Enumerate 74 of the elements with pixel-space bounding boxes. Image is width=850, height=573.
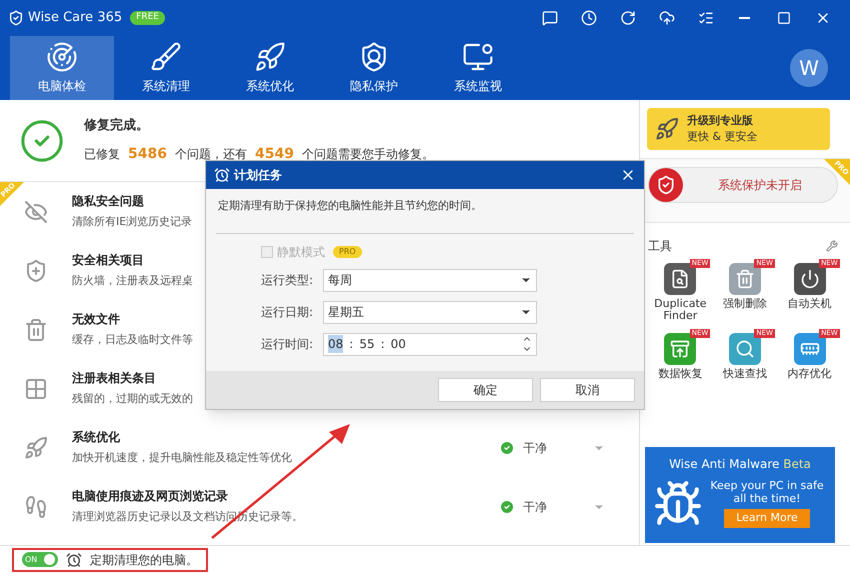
item-description: 残留的，过期的或无效的 <box>72 391 193 408</box>
issue-count: 5486 <box>128 144 167 164</box>
rocket-icon <box>24 436 48 460</box>
dialog-description: 定期清理有助于保持您的电脑性能并且节约您的时间。 <box>218 198 483 214</box>
status-text: 干净 <box>523 440 547 456</box>
edition-badge: FREE <box>130 11 165 25</box>
ad-text: Keep your PC in safe all the time! <box>709 479 825 505</box>
footprints-icon <box>24 494 48 518</box>
item-title: 无效文件 <box>72 311 120 328</box>
item-title: 安全相关项目 <box>72 252 144 270</box>
field-label: 运行类型: <box>260 272 314 289</box>
power-icon <box>794 263 826 295</box>
alarm-clock-icon <box>214 167 230 183</box>
issue-count: 4549 <box>254 144 294 164</box>
alarm-clock-icon <box>66 552 82 568</box>
item-title: 系统优化 <box>72 429 120 446</box>
success-check-icon <box>19 118 65 164</box>
nav-tab[interactable]: 隐私保护 <box>322 36 426 100</box>
dropdown-field[interactable]: 每周 <box>323 268 537 292</box>
restore-icon <box>664 333 696 365</box>
status-text: 干净 <box>523 498 547 516</box>
pro-badge: PRO <box>333 246 362 258</box>
item-description: 缓存，日志及临时文件等 <box>72 332 193 348</box>
dialog-button[interactable]: 取消 <box>540 378 635 402</box>
upgrade-subtitle: 更快 & 更安全 <box>687 129 758 145</box>
trash-icon <box>24 318 48 342</box>
blocks-icon <box>24 376 48 400</box>
result-title: 修复完成。 <box>84 116 150 136</box>
user-avatar[interactable]: W <box>790 49 828 87</box>
minimize-icon <box>739 17 750 19</box>
eye-slash-icon <box>24 200 48 224</box>
maximize-icon <box>776 11 790 25</box>
item-title: 电脑使用痕迹及网页浏览记录 <box>72 488 228 506</box>
nav-tab[interactable]: 系统优化 <box>218 36 322 100</box>
shield-plus-icon <box>24 258 48 282</box>
dialog-button[interactable]: 确定 <box>438 378 533 402</box>
shield-check-icon <box>649 168 683 202</box>
radar-icon <box>46 41 78 73</box>
file-search-icon <box>664 263 696 295</box>
upgrade-title: 升级到专业版 <box>687 112 754 128</box>
nav-tab[interactable]: 系统清理 <box>114 36 218 100</box>
schedule-text: 定期清理您的电脑。 <box>90 552 198 568</box>
nav-tab[interactable]: 系统监视 <box>426 36 530 100</box>
status-check-icon <box>499 498 515 514</box>
ad-banner[interactable]: Wise Anti Malware Beta Keep your PC in safe all the time! Learn More <box>645 447 835 543</box>
item-title: 隐私安全问题 <box>72 193 144 210</box>
field-label: 运行时间: <box>260 336 314 353</box>
nav-tab[interactable]: 电脑体检 <box>10 36 114 100</box>
status-check-icon <box>499 440 515 456</box>
rocket-icon <box>254 41 286 73</box>
protection-button[interactable]: 系统保护未开启 <box>648 167 838 203</box>
search-icon <box>728 333 761 365</box>
ad-tag: Beta <box>783 457 811 471</box>
app-logo-icon <box>8 10 24 26</box>
broom-icon <box>150 41 182 73</box>
dropdown-field[interactable]: 星期五 <box>323 300 537 324</box>
item-title: 注册表相关条目 <box>72 370 156 388</box>
memory-icon <box>794 333 826 365</box>
tools-heading: 工具 <box>648 238 672 255</box>
window-title: Wise Care 365 <box>28 9 122 28</box>
silent-mode-label: 静默模式 <box>277 244 325 260</box>
upgrade-banner[interactable]: 升级到专业版 更快 & 更安全 <box>647 108 830 150</box>
item-description: 加快开机速度，提升电脑性能及稳定性等优化 <box>72 450 292 466</box>
result-text: 个问题需要您手动修复。 <box>302 146 434 163</box>
item-description: 清除所有IE浏览历史记录 <box>72 214 192 230</box>
ad-title: Wise Anti Malware <box>669 457 780 471</box>
field-label: 运行日期: <box>260 304 314 321</box>
result-text: 已修复 <box>84 146 120 163</box>
item-description: 防火墙，注册表及远程桌 <box>72 273 193 290</box>
wrench-icon[interactable] <box>826 240 838 252</box>
monitor-icon <box>462 41 494 73</box>
result-text: 个问题，还有 <box>174 146 247 163</box>
dialog-title: 计划任务 <box>234 167 282 184</box>
time-field[interactable]: 08 : 55 : 00 <box>323 332 537 356</box>
